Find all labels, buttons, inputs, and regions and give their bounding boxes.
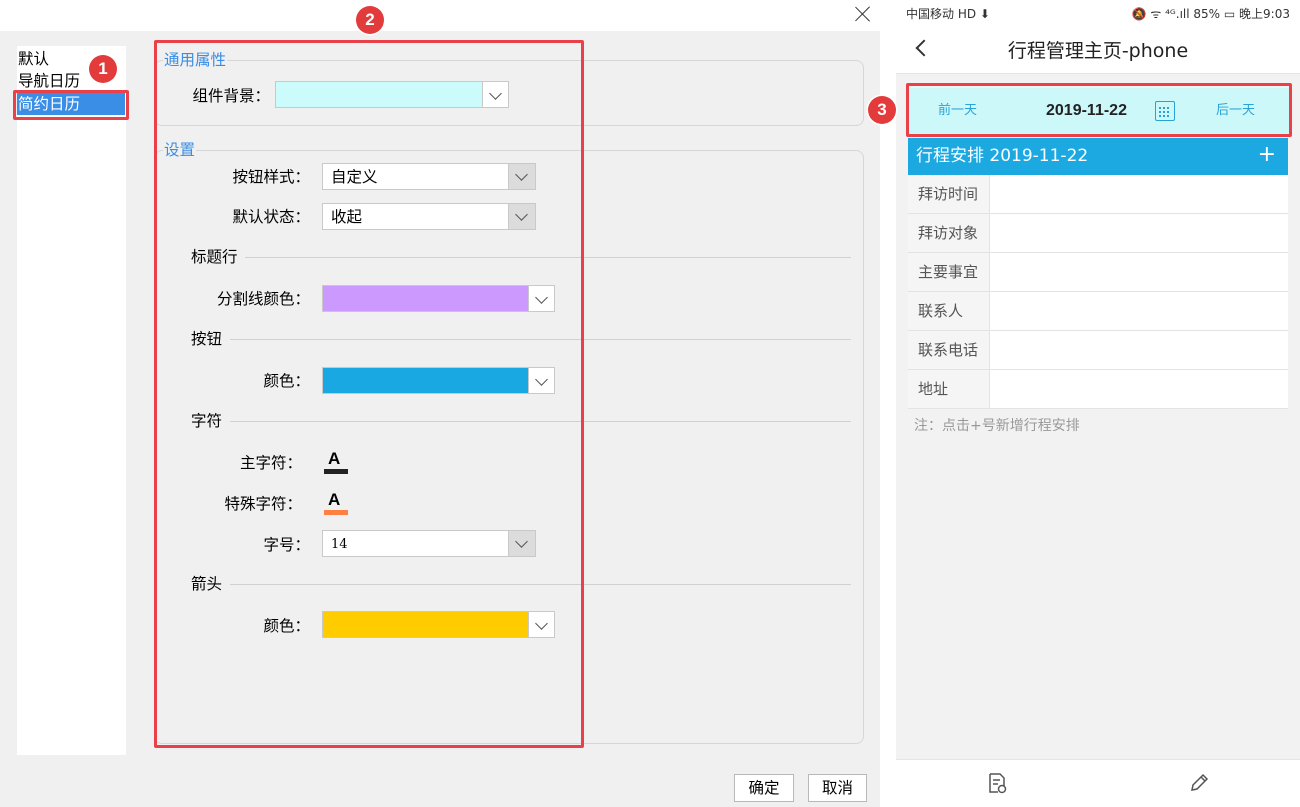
- arrow-color-swatch: [322, 611, 529, 638]
- font-color-icon: A: [328, 449, 341, 468]
- chevron-down-icon[interactable]: [528, 367, 555, 394]
- form-value[interactable]: [991, 331, 1288, 369]
- close-icon[interactable]: [852, 3, 874, 25]
- form-row-main-matter: 主要事宜: [908, 253, 1288, 292]
- chevron-down-icon: [508, 531, 535, 556]
- form-value[interactable]: [991, 214, 1288, 252]
- arrow-color-label: 颜色：: [263, 617, 310, 635]
- button-style-value: 自定义: [331, 168, 378, 186]
- special-char-label: 特殊字符：: [224, 495, 302, 513]
- separator: [245, 257, 851, 258]
- calendar-icon[interactable]: [1155, 101, 1175, 121]
- status-indicators: 🔕 ᯤ ⁴ᴳ.ıll 85% ▭ 晚上9:03: [1131, 7, 1290, 21]
- default-state-label: 默认状态：: [232, 208, 310, 226]
- main-char-font-button[interactable]: A: [323, 449, 349, 475]
- font-size-select[interactable]: 14: [322, 530, 536, 557]
- font-size-value: 14: [331, 537, 348, 552]
- default-state-select[interactable]: 收起: [322, 203, 536, 230]
- phone-preview: 中国移动 HD ⬇ 🔕 ᯤ ⁴ᴳ.ıll 85% ▭ 晚上9:03 行程管理主页…: [896, 0, 1300, 807]
- general-properties-title: 通用属性: [163, 50, 228, 70]
- chevron-down-icon[interactable]: [528, 285, 555, 312]
- button-style-label: 按钮样式：: [232, 168, 310, 186]
- document-refresh-icon[interactable]: [986, 772, 1008, 794]
- schedule-title: 行程安排 2019-11-22: [916, 146, 1089, 166]
- form-value[interactable]: [991, 253, 1288, 291]
- chevron-down-icon: [508, 164, 535, 189]
- form-row-address: 地址: [908, 370, 1288, 409]
- title-row-section-label: 标题行: [191, 248, 238, 266]
- form-row-contact: 联系人: [908, 292, 1288, 331]
- chars-section-label: 字符: [191, 412, 223, 430]
- callout-badge-3: 3: [868, 96, 896, 124]
- special-char-font-button[interactable]: A: [323, 490, 349, 516]
- button-style-select[interactable]: 自定义: [322, 163, 536, 190]
- schedule-form: 拜访时间 拜访对象 主要事宜 联系人 联系电话 地址: [908, 175, 1288, 409]
- chevron-down-icon[interactable]: [482, 81, 509, 108]
- divider-color-picker[interactable]: [322, 285, 556, 312]
- carrier-text: 中国移动 HD ⬇: [906, 7, 990, 21]
- ok-button[interactable]: 确定: [734, 774, 794, 802]
- date-navigator: 前一天 2019-11-22 后一天: [908, 88, 1290, 134]
- form-label: 联系人: [908, 292, 990, 330]
- next-day-button[interactable]: 后一天: [1216, 102, 1255, 120]
- page-title: 行程管理主页-phone: [1007, 40, 1189, 62]
- background-color-swatch: [275, 81, 483, 108]
- prev-day-button[interactable]: 前一天: [938, 102, 977, 120]
- dialog-titlebar: [0, 0, 880, 31]
- form-value[interactable]: [991, 292, 1288, 330]
- form-label: 主要事宜: [908, 253, 990, 291]
- add-schedule-button[interactable]: +: [1258, 142, 1276, 168]
- separator: [230, 584, 851, 585]
- background-color-picker[interactable]: [275, 81, 510, 108]
- callout-badge-2: 2: [356, 6, 384, 34]
- form-row-visit-target: 拜访对象: [908, 214, 1288, 253]
- settings-title: 设置: [163, 140, 197, 160]
- form-label: 拜访时间: [908, 175, 990, 213]
- cancel-button[interactable]: 取消: [808, 774, 867, 802]
- settings-group: [154, 150, 864, 744]
- main-char-color-bar: [324, 469, 348, 474]
- form-row-visit-time: 拜访时间: [908, 175, 1288, 214]
- current-date: 2019-11-22: [1046, 102, 1127, 119]
- chevron-down-icon: [508, 204, 535, 229]
- divider-color-swatch: [322, 285, 529, 312]
- separator: [230, 339, 851, 340]
- status-bar: 中国移动 HD ⬇ 🔕 ᯤ ⁴ᴳ.ıll 85% ▭ 晚上9:03: [896, 0, 1300, 28]
- style-list: 默认 导航日历 简约日历: [17, 46, 126, 755]
- divider-color-label: 分割线颜色：: [216, 290, 310, 308]
- highlight-box-style-list: [13, 90, 129, 120]
- style-dialog: 默认 导航日历 简约日历 1 通用属性 组件背景： 设置 按钮样式： 自定义 默…: [0, 0, 880, 807]
- background-label: 组件背景：: [192, 87, 270, 105]
- main-char-label: 主字符：: [239, 454, 302, 472]
- separator: [230, 421, 851, 422]
- pencil-icon[interactable]: [1188, 772, 1210, 794]
- font-size-label: 字号：: [263, 536, 310, 554]
- form-label: 拜访对象: [908, 214, 990, 252]
- button-color-label: 颜色：: [263, 372, 310, 390]
- button-color-swatch: [322, 367, 529, 394]
- arrow-color-picker[interactable]: [322, 611, 556, 638]
- form-label: 地址: [908, 370, 990, 408]
- form-value[interactable]: [991, 370, 1288, 408]
- app-header: 行程管理主页-phone: [896, 28, 1300, 74]
- button-color-picker[interactable]: [322, 367, 556, 394]
- schedule-header: 行程安排 2019-11-22 +: [908, 138, 1288, 175]
- form-label: 联系电话: [908, 331, 990, 369]
- hint-text: 注：点击+号新增行程安排: [914, 418, 1080, 434]
- font-color-icon: A: [328, 490, 341, 509]
- form-row-phone: 联系电话: [908, 331, 1288, 370]
- screenshot-root: 默认 导航日历 简约日历 1 通用属性 组件背景： 设置 按钮样式： 自定义 默…: [0, 0, 1300, 807]
- special-char-color-bar: [324, 510, 348, 515]
- button-section-label: 按钮: [191, 330, 223, 348]
- callout-badge-1: 1: [89, 55, 117, 83]
- chevron-down-icon[interactable]: [528, 611, 555, 638]
- default-state-value: 收起: [331, 208, 363, 226]
- form-value[interactable]: [991, 175, 1288, 213]
- bottom-toolbar: [896, 759, 1300, 807]
- arrow-section-label: 箭头: [191, 575, 223, 593]
